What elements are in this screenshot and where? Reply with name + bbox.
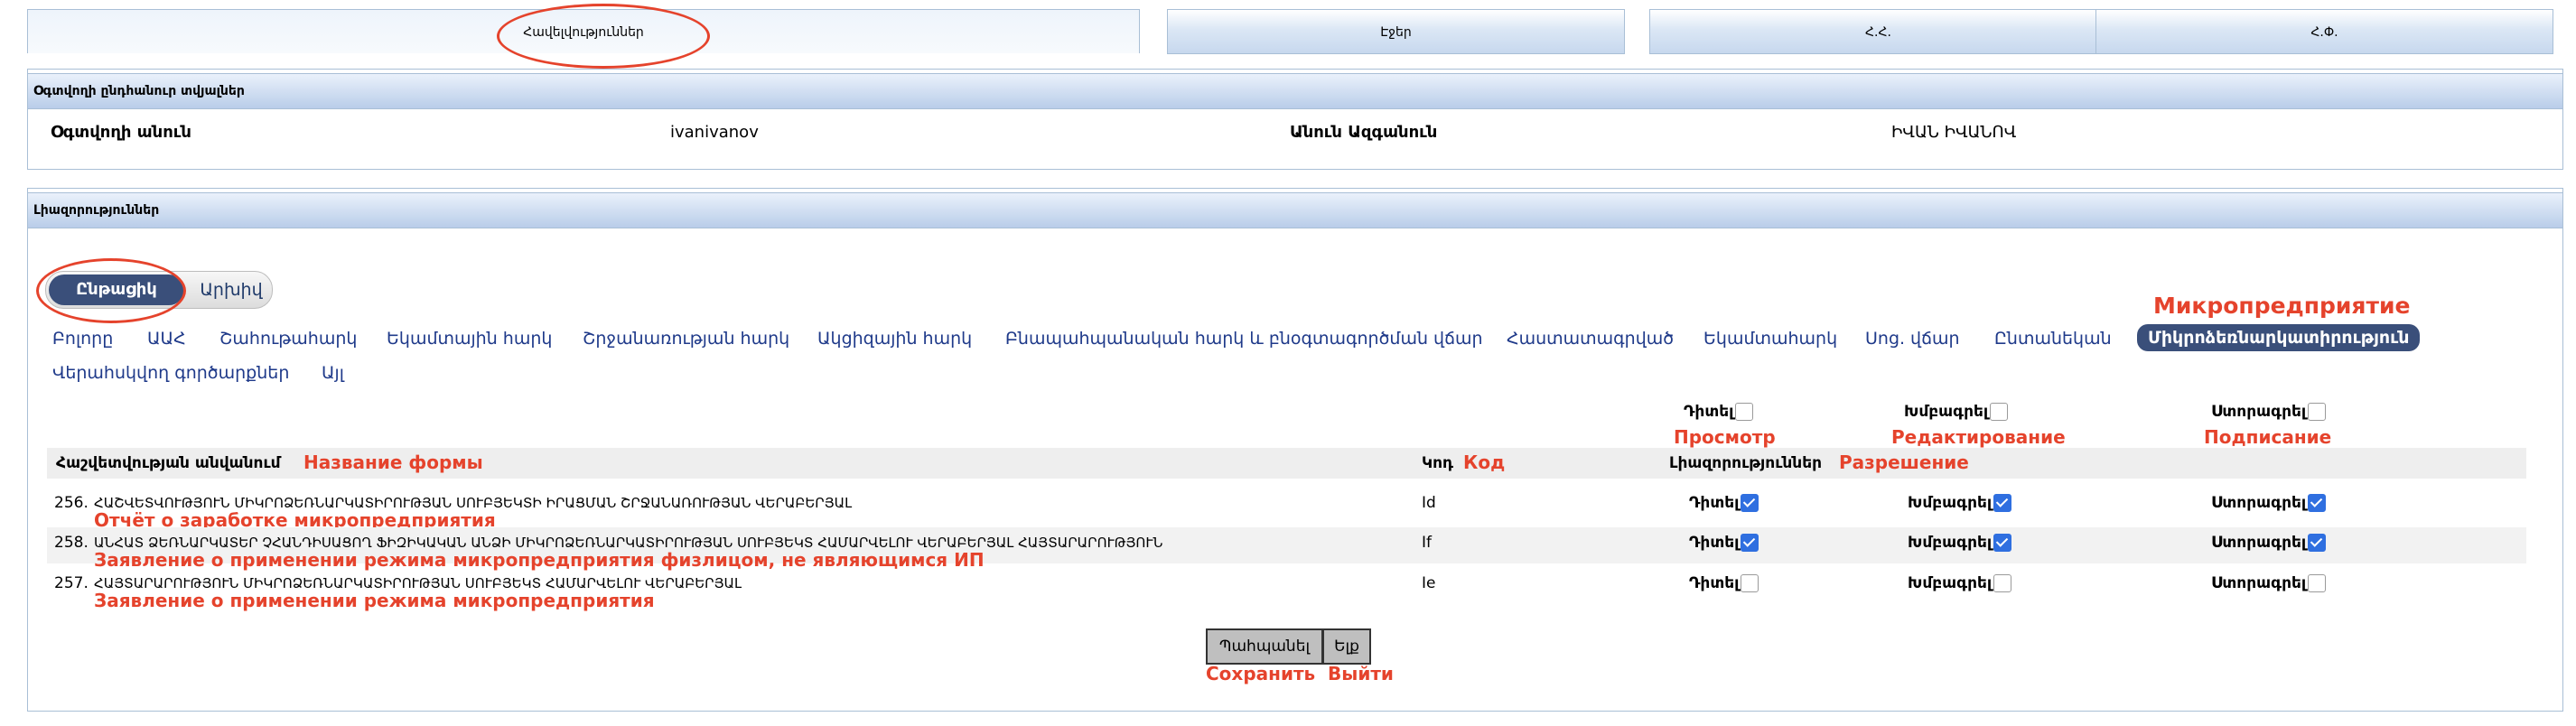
row-edit[interactable]: Խմբագրել [1908,534,2012,552]
tab-hh[interactable]: Հ.Հ. [1649,9,2107,54]
row-sign[interactable]: Ստորագրել [2211,574,2327,592]
annotation-row-3: Заявление о применении режима микропредп… [94,590,655,611]
annotation-form-name: Название формы [303,451,483,473]
row-edit-checkbox[interactable] [1993,574,2012,592]
category-turnover-tax[interactable]: Շրջանառության հարկ [583,329,789,349]
category-excise-tax[interactable]: Ակցիզային հարկ [817,329,972,349]
row-view-checkbox[interactable] [1741,494,1759,512]
annotation-view: Просмотр [1674,426,1776,448]
sign-all-checkbox[interactable] [2308,403,2327,421]
row-view-checkbox[interactable] [1741,574,1759,592]
tab-hp[interactable]: Հ.Փ. [2095,9,2553,54]
annotation-permissions: Разрешение [1839,451,1969,473]
category-profit-tax[interactable]: Շահութահարկ [219,329,357,349]
form-code: Ie [1422,574,1436,592]
annotation-edit: Редактирование [1891,426,2066,448]
col-code: Կոդ [1422,454,1454,472]
row-sign[interactable]: Ստորագրել [2211,534,2327,552]
edit-all-checkbox[interactable] [1990,403,2009,421]
row-sign-checkbox[interactable] [2308,494,2327,512]
category-income-tax[interactable]: Եկամտային հարկ [387,329,552,349]
category-other[interactable]: Այլ [322,363,344,383]
row-edit-checkbox[interactable] [1993,494,2012,512]
view-all[interactable]: Դիտել [1684,403,1754,421]
annotation-oval-tab [497,4,710,69]
username-label: Օգտվողի անուն [51,123,191,142]
user-info-title: Օգտվողի ընդհանուր տվյալներ [28,73,2562,109]
col-permissions: Լիազորություններ [1669,454,1823,472]
row-view-checkbox[interactable] [1741,534,1759,552]
form-code: Id [1422,494,1436,512]
toggle-archive[interactable]: Արխիվ [191,272,272,308]
permissions-title: Լիազորություններ [28,192,2562,228]
category-microenterprise[interactable]: Միկրոձեռնարկատիրություն [2137,324,2421,351]
row-sign-checkbox[interactable] [2308,574,2327,592]
save-button[interactable]: Պահպանել [1206,628,1323,665]
row-edit-checkbox[interactable] [1993,534,2012,552]
exit-button[interactable]: Ելք [1322,628,1371,665]
annotation-exit: Выйти [1328,663,1394,684]
view-all-checkbox[interactable] [1735,403,1754,421]
edit-all[interactable]: Խմբագրել [1904,403,2009,421]
sign-all[interactable]: Ստորագրել [2211,403,2327,421]
category-fixed[interactable]: Հաստատագրված [1507,329,1674,349]
row-sign-checkbox[interactable] [2308,534,2327,552]
category-family[interactable]: Ընտանեկան [1994,329,2112,349]
form-code: If [1422,534,1432,552]
category-controlled-transactions[interactable]: Վերահսկվող գործարքներ [52,363,289,383]
user-info-panel: Օգտվողի ընդհանուր տվյալներ [27,69,2563,170]
row-sign[interactable]: Ստորագրել [2211,494,2327,512]
category-all[interactable]: Բոլորը [52,329,113,349]
category-environment-tax[interactable]: Բնապահպանական հարկ և բնօգտագործման վճար [1005,329,1483,349]
annotation-microenterprise: Микропредприятие [2153,293,2411,319]
col-form-name: Հաշվետվության անվանում [56,454,281,472]
fullname-label: Անուն Ազգանուն [1290,123,1438,142]
row-view[interactable]: Դիտել [1689,534,1759,552]
category-vat[interactable]: ԱԱՀ [147,329,186,349]
annotation-save: Сохранить [1206,663,1316,684]
username-value: ivanivanov [670,123,759,142]
category-income-tax-2[interactable]: Եկամտահարկ [1703,329,1837,349]
tab-pages[interactable]: Էջեր [1167,9,1625,54]
annotation-oval-toggle [36,258,186,323]
row-view[interactable]: Դիտել [1689,494,1759,512]
annotation-row-2: Заявление о применении режима микропредп… [94,549,985,571]
category-social-fee[interactable]: Սոց. վճար [1865,329,1960,349]
fullname-value: ԻՎԱՆ ԻՎԱՆՈՎ [1891,123,2017,142]
row-view[interactable]: Դիտել [1689,574,1759,592]
annotation-sign: Подписание [2204,426,2332,448]
annotation-code: Код [1463,451,1506,473]
row-edit[interactable]: Խմբագրել [1908,494,2012,512]
row-edit[interactable]: Խմբագրել [1908,574,2012,592]
top-tab-bar: Հավելվություններ Էջեր Հ.Հ. Հ.Փ. [27,4,2561,69]
